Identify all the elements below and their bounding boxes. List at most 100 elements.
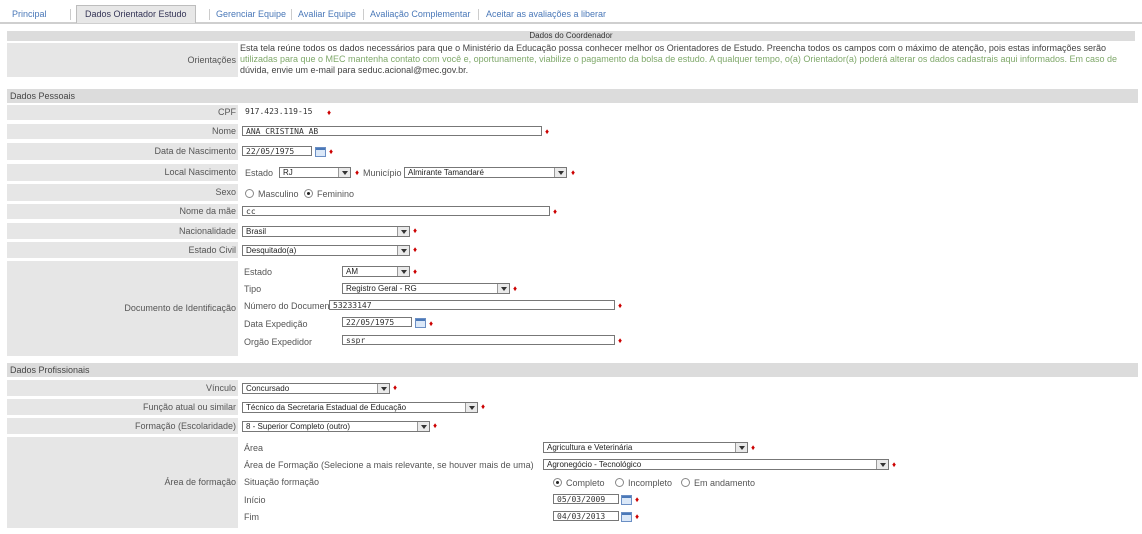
area-select[interactable]: Agricultura e Veterinária bbox=[543, 442, 748, 453]
required-marker: ♦ bbox=[355, 168, 360, 177]
tab-separator bbox=[70, 9, 71, 20]
required-marker: ♦ bbox=[481, 402, 486, 411]
required-marker: ♦ bbox=[429, 319, 434, 328]
nome-input[interactable]: ANA CRISTINA AB bbox=[242, 126, 542, 136]
tipo-label: Tipo bbox=[244, 284, 262, 294]
local-nascimento-label: Local Nascimento bbox=[7, 164, 238, 181]
funcao-select[interactable]: Técnico da Secretaria Estadual de Educaç… bbox=[242, 402, 478, 413]
tab-gerenciar-equipe[interactable]: Gerenciar Equipe bbox=[216, 7, 286, 22]
doc-estado-label: Estado bbox=[244, 267, 273, 277]
vinculo-row: Vínculo Concursado ♦ bbox=[7, 380, 1135, 396]
calendar-icon[interactable] bbox=[315, 147, 326, 157]
expedicao-input[interactable]: 22/05/1975 bbox=[342, 317, 412, 327]
orientacoes-label: Orientações bbox=[7, 43, 238, 77]
required-marker: ♦ bbox=[393, 383, 398, 392]
tab-avaliar-equipe[interactable]: Avaliar Equipe bbox=[298, 7, 356, 22]
calendar-icon[interactable] bbox=[621, 512, 632, 522]
area-formacao-label: Área de formação bbox=[7, 437, 238, 528]
orientacoes-row: Orientações Esta tela reúne todos os dad… bbox=[7, 43, 1135, 77]
required-marker: ♦ bbox=[329, 147, 334, 156]
municipio-value: Almirante Tamandaré bbox=[408, 168, 484, 177]
chevron-down-icon bbox=[377, 384, 389, 393]
chevron-down-icon bbox=[465, 403, 477, 412]
local-nascimento-row: Local Nascimento Estado RJ ♦ Município A… bbox=[7, 164, 1135, 181]
estado-civil-value: Desquitado(a) bbox=[246, 246, 297, 255]
coordinator-form: Dados do Coordenador Orientações Esta te… bbox=[7, 31, 1138, 531]
chevron-down-icon bbox=[417, 422, 429, 431]
required-marker: ♦ bbox=[553, 207, 558, 216]
required-marker: ♦ bbox=[618, 301, 623, 310]
required-marker: ♦ bbox=[892, 460, 897, 469]
orientacoes-line: Esta tela reúne todos os dados necessári… bbox=[240, 43, 1106, 53]
vinculo-select[interactable]: Concursado bbox=[242, 383, 390, 394]
tab-avaliacao-complementar[interactable]: Avaliação Complementar bbox=[370, 7, 470, 22]
nascimento-label: Data de Nascimento bbox=[7, 143, 238, 160]
inicio-input[interactable]: 05/03/2009 bbox=[553, 494, 619, 504]
required-marker: ♦ bbox=[413, 267, 418, 276]
chevron-down-icon bbox=[397, 267, 409, 276]
tab-dados-orientador[interactable]: Dados Orientador Estudo bbox=[76, 5, 196, 23]
tab-aceitar-avaliacoes[interactable]: Aceitar as avaliações a liberar bbox=[486, 7, 606, 22]
section-dados-profissionais: Dados Profissionais bbox=[7, 363, 1138, 377]
formacao-select[interactable]: 8 - Superior Completo (outro) bbox=[242, 421, 430, 432]
estado-label: Estado bbox=[245, 168, 274, 178]
form-title: Dados do Coordenador bbox=[7, 31, 1135, 41]
funcao-label: Função atual ou similar bbox=[7, 399, 238, 415]
completo-radio[interactable] bbox=[553, 478, 562, 487]
incompleto-label: Incompleto bbox=[628, 478, 673, 488]
nacionalidade-label: Nacionalidade bbox=[7, 223, 238, 239]
nascimento-input[interactable]: 22/05/1975 bbox=[242, 146, 312, 156]
required-marker: ♦ bbox=[635, 512, 640, 521]
calendar-icon[interactable] bbox=[415, 318, 426, 328]
expedicao-label: Data Expedição bbox=[244, 319, 308, 329]
andamento-label: Em andamento bbox=[694, 478, 756, 488]
calendar-icon[interactable] bbox=[621, 495, 632, 505]
orientacoes-line: dúvida, envie um e-mail para seduc.acion… bbox=[240, 65, 469, 75]
tab-separator bbox=[478, 9, 479, 20]
documento-row: Documento de Identificação Estado AM ♦ T… bbox=[7, 261, 1135, 356]
feminino-radio[interactable] bbox=[304, 189, 313, 198]
estado-civil-select[interactable]: Desquitado(a) bbox=[242, 245, 410, 256]
municipio-select[interactable]: Almirante Tamandaré bbox=[404, 167, 567, 178]
andamento-radio[interactable] bbox=[681, 478, 690, 487]
required-marker: ♦ bbox=[618, 336, 623, 345]
cpf-label: CPF bbox=[7, 105, 238, 120]
mae-row: Nome da mãe cc ♦ bbox=[7, 204, 1135, 219]
nacionalidade-select[interactable]: Brasil bbox=[242, 226, 410, 237]
chevron-down-icon bbox=[876, 460, 888, 469]
chevron-down-icon bbox=[497, 284, 509, 293]
tipo-select[interactable]: Registro Geral - RG bbox=[342, 283, 510, 294]
nome-label: Nome bbox=[7, 124, 238, 139]
mae-label: Nome da mãe bbox=[7, 204, 238, 219]
cpf-value: 917.423.119-15 bbox=[242, 107, 324, 117]
cpf-row: CPF 917.423.119-15 ♦ bbox=[7, 105, 1135, 120]
masculino-label: Masculino bbox=[258, 189, 299, 199]
estado-value: RJ bbox=[283, 168, 293, 177]
numero-input[interactable]: 53233147 bbox=[329, 300, 615, 310]
formacao-value: 8 - Superior Completo (outro) bbox=[246, 422, 351, 431]
incompleto-radio[interactable] bbox=[615, 478, 624, 487]
nacionalidade-row: Nacionalidade Brasil ♦ bbox=[7, 223, 1135, 239]
numero-label: Número do Documento bbox=[244, 301, 338, 311]
orgao-input[interactable]: sspr bbox=[342, 335, 615, 345]
nacionalidade-value: Brasil bbox=[246, 227, 267, 236]
area-formacao-row: Área de formação Área Agricultura e Vete… bbox=[7, 437, 1135, 528]
masculino-radio[interactable] bbox=[245, 189, 254, 198]
tab-principal[interactable]: Principal bbox=[12, 7, 47, 22]
area-value: Agricultura e Veterinária bbox=[547, 443, 633, 452]
tab-separator bbox=[209, 9, 210, 20]
fim-input[interactable]: 04/03/2013 bbox=[553, 511, 619, 521]
funcao-value: Técnico da Secretaria Estadual de Educaç… bbox=[246, 403, 407, 412]
area-form-select[interactable]: Agronegócio - Tecnológico bbox=[543, 459, 889, 470]
doc-estado-select[interactable]: AM bbox=[342, 266, 410, 277]
tab-separator bbox=[291, 9, 292, 20]
required-marker: ♦ bbox=[571, 168, 576, 177]
estado-civil-label: Estado Civil bbox=[7, 242, 238, 258]
estado-select[interactable]: RJ bbox=[279, 167, 351, 178]
chevron-down-icon bbox=[554, 168, 566, 177]
completo-label: Completo bbox=[566, 478, 605, 488]
required-marker: ♦ bbox=[413, 226, 418, 235]
section-dados-pessoais: Dados Pessoais bbox=[7, 89, 1138, 103]
orientacoes-line: utilizadas para que o MEC mantenha conta… bbox=[240, 54, 1118, 64]
mae-input[interactable]: cc bbox=[242, 206, 550, 216]
